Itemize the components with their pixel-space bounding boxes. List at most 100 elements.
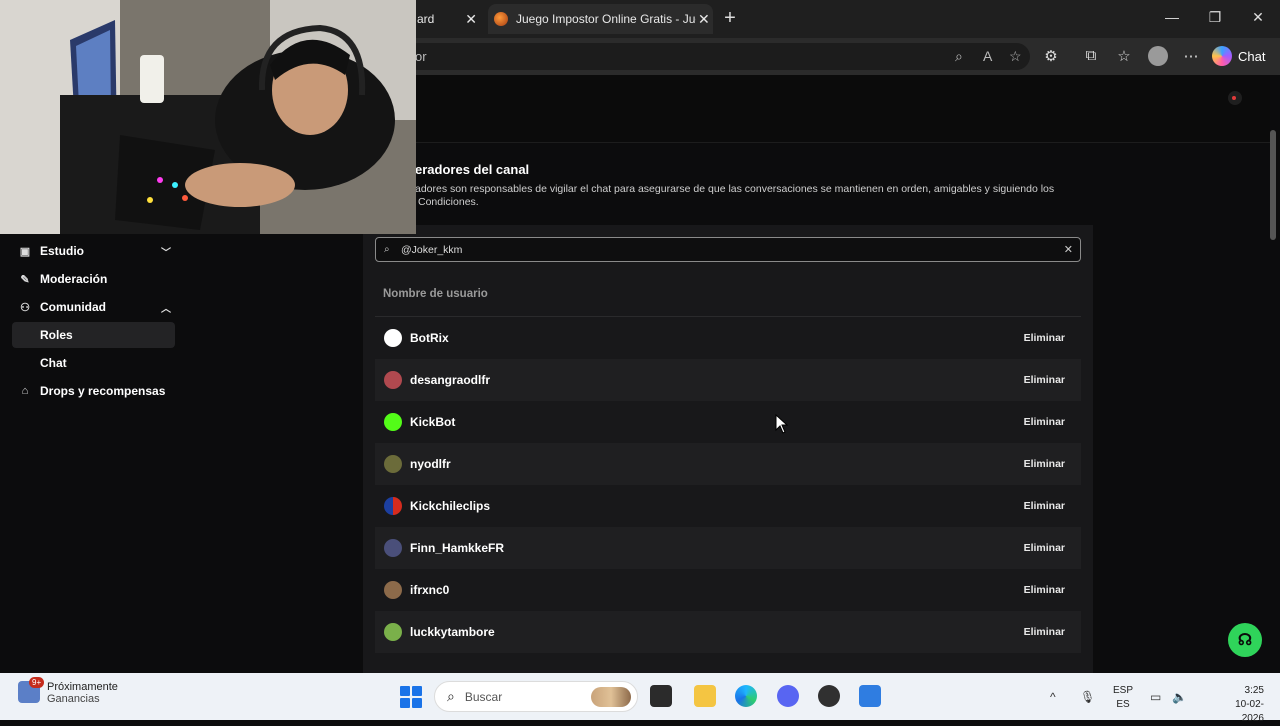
remove-button[interactable]: Eliminar bbox=[1024, 332, 1065, 344]
zoom-icon[interactable]: ⌕ bbox=[955, 48, 963, 65]
chat-label: Chat bbox=[1238, 48, 1266, 64]
sidebar-item-label: Drops y recompensas bbox=[40, 384, 166, 398]
site-favicon-icon bbox=[494, 12, 508, 26]
search-placeholder: Buscar bbox=[464, 689, 503, 704]
notification-badge: 9+ bbox=[29, 677, 45, 688]
widgets-button[interactable]: 9+ Próximamente Ganancias bbox=[18, 677, 118, 705]
table-row: luckkytambore Eliminar bbox=[375, 611, 1081, 653]
studio-icon: ▣ bbox=[19, 245, 31, 258]
language-indicator[interactable]: ESP ES bbox=[1113, 684, 1133, 712]
webcam-scene bbox=[0, 0, 416, 234]
start-tile bbox=[412, 686, 422, 696]
tab-dashboard[interactable]: ard ✕ bbox=[405, 4, 485, 34]
close-tab-icon[interactable]: ✕ bbox=[465, 11, 477, 28]
sidebar-item-roles[interactable]: Roles bbox=[12, 322, 175, 348]
remove-button[interactable]: Eliminar bbox=[1024, 416, 1065, 428]
sidebar-item-drops[interactable]: ⌂ Drops y recompensas bbox=[12, 378, 175, 404]
username: BotRix bbox=[410, 331, 449, 345]
task-view-icon[interactable] bbox=[650, 685, 672, 707]
wrench-icon: ✎ bbox=[20, 273, 30, 286]
collections-icon[interactable]: ⧉ bbox=[1080, 47, 1102, 64]
start-tile bbox=[400, 698, 410, 708]
widget-title: Próximamente bbox=[47, 681, 118, 693]
close-tab-icon[interactable]: ✕ bbox=[698, 11, 710, 28]
search-value: @Joker_kkm bbox=[401, 243, 463, 256]
close-window-icon[interactable]: ✕ bbox=[1248, 9, 1268, 26]
avatar bbox=[384, 497, 402, 515]
table-row: KickBot Eliminar bbox=[375, 401, 1081, 443]
restore-icon[interactable]: ❐ bbox=[1205, 9, 1225, 26]
file-explorer-icon[interactable] bbox=[694, 685, 716, 707]
extensions-icon[interactable]: ⚙ bbox=[1040, 47, 1062, 65]
widget-subtitle: Ganancias bbox=[47, 693, 100, 705]
page-scrollbar[interactable] bbox=[1270, 130, 1276, 240]
sidebar-item-chat[interactable]: Chat bbox=[12, 350, 175, 376]
edge-icon[interactable] bbox=[735, 685, 757, 707]
windows-taskbar: 9+ Próximamente Ganancias ⌕ Buscar ^ 🎙 E… bbox=[0, 673, 1280, 724]
gift-icon: ⌂ bbox=[21, 385, 29, 397]
app-f-icon[interactable] bbox=[859, 685, 881, 707]
avatar bbox=[384, 455, 402, 473]
remove-button[interactable]: Eliminar bbox=[1024, 374, 1065, 386]
new-tab-icon[interactable]: + bbox=[720, 8, 740, 28]
favorite-star-icon[interactable]: ☆ bbox=[1009, 48, 1022, 65]
copilot-chat-button[interactable]: Chat bbox=[1212, 44, 1265, 68]
address-input[interactable]: or ⌕ A ☆ bbox=[405, 43, 1030, 70]
sidebar: ▣ Estudio ﹀ ✎ Moderación ⚇ Comunidad ︿ R… bbox=[4, 233, 364, 673]
clear-search-icon[interactable]: ✕ bbox=[1064, 243, 1073, 256]
volume-icon[interactable]: 🔈 bbox=[1172, 690, 1187, 704]
discord-icon[interactable] bbox=[777, 685, 799, 707]
obs-icon[interactable] bbox=[818, 685, 840, 707]
avatar bbox=[384, 413, 402, 431]
username: Finn_HamkkeFR bbox=[410, 541, 505, 555]
notification-dot-icon[interactable] bbox=[1228, 91, 1242, 105]
table-row: BotRix Eliminar bbox=[375, 317, 1081, 359]
time: 3:25 bbox=[1244, 685, 1264, 696]
avatar bbox=[384, 539, 402, 557]
chevron-down-icon: ﹀ bbox=[161, 247, 171, 259]
username: Kickchileclips bbox=[410, 499, 491, 513]
date: 10-02-2026 bbox=[1235, 699, 1264, 724]
table-row: nyodlfr Eliminar bbox=[375, 443, 1081, 485]
column-header-username: Nombre de usuario bbox=[383, 288, 488, 300]
read-aloud-icon[interactable]: A bbox=[983, 48, 992, 64]
search-input[interactable]: ⌕ @Joker_kkm ✕ bbox=[375, 237, 1081, 262]
table-row: desangraodlfr Eliminar bbox=[375, 359, 1081, 401]
start-button[interactable] bbox=[400, 686, 422, 708]
start-tile bbox=[412, 698, 422, 708]
sidebar-item-label: Roles bbox=[40, 328, 73, 342]
tab-impostor-game[interactable]: Juego Impostor Online Gratis - Jue ✕ bbox=[488, 4, 713, 34]
remove-button[interactable]: Eliminar bbox=[1024, 500, 1065, 512]
taskbar-search[interactable]: ⌕ Buscar bbox=[434, 681, 638, 712]
network-icon[interactable]: ▭ bbox=[1150, 690, 1161, 704]
sidebar-item-label: Estudio bbox=[40, 244, 84, 258]
support-chat-button[interactable]: ☊ bbox=[1228, 623, 1262, 657]
mouse-cursor-icon bbox=[775, 414, 789, 434]
remove-button[interactable]: Eliminar bbox=[1024, 458, 1065, 470]
sidebar-item-comunidad[interactable]: ⚇ Comunidad ︿ bbox=[12, 294, 175, 320]
community-icon: ⚇ bbox=[20, 301, 30, 314]
username: ifrxnc0 bbox=[410, 583, 450, 597]
table-row: Finn_HamkkeFR Eliminar bbox=[375, 527, 1081, 569]
remove-button[interactable]: Eliminar bbox=[1024, 542, 1065, 554]
favorites-icon[interactable]: ☆ bbox=[1113, 47, 1135, 65]
microphone-icon[interactable]: 🎙 bbox=[1080, 690, 1095, 704]
avatar bbox=[384, 581, 402, 599]
section-description: adores son responsables de vigilar el ch… bbox=[415, 183, 1055, 195]
more-menu-icon[interactable]: ⋯ bbox=[1180, 47, 1202, 65]
chevron-up-icon[interactable]: ^ bbox=[1050, 690, 1056, 704]
sidebar-item-label: Chat bbox=[40, 356, 67, 370]
search-highlight-image bbox=[591, 686, 631, 707]
section-title: eradores del canal bbox=[415, 162, 530, 177]
remove-button[interactable]: Eliminar bbox=[1024, 584, 1065, 596]
remove-button[interactable]: Eliminar bbox=[1024, 626, 1065, 638]
minimize-icon[interactable]: — bbox=[1162, 9, 1182, 25]
lang-top: ESP bbox=[1113, 685, 1134, 696]
search-icon: ⌕ bbox=[447, 688, 455, 704]
sidebar-item-moderacion[interactable]: ✎ Moderación bbox=[12, 266, 175, 292]
avatar bbox=[384, 371, 402, 389]
lang-bottom: ES bbox=[1116, 699, 1130, 710]
profile-avatar[interactable] bbox=[1148, 46, 1168, 66]
widgets-icon: 9+ bbox=[18, 677, 45, 703]
sidebar-item-estudio[interactable]: ▣ Estudio ﹀ bbox=[12, 238, 175, 264]
